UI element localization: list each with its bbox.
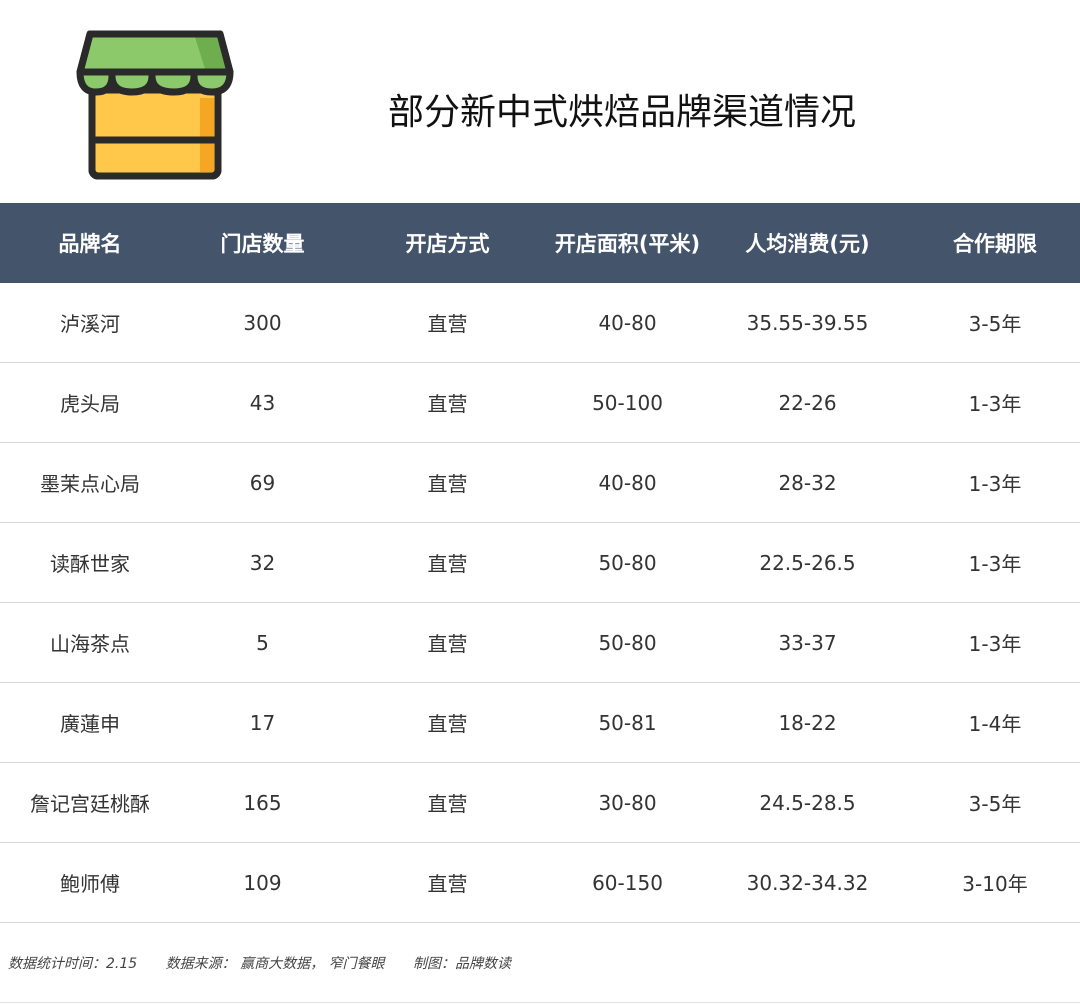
cell-store-area: 40-80 <box>550 283 705 363</box>
cell-cooperation-term: 1-3年 <box>910 522 1080 603</box>
footer-notes: 数据统计时间：2.15 数据来源： 赢商大数据， 窄门餐眼 制图：品牌数读 <box>8 953 535 973</box>
cell-opening-method: 直营 <box>345 682 550 763</box>
cell-opening-method: 直营 <box>345 362 550 443</box>
cell-opening-method: 直营 <box>345 522 550 603</box>
cell-per-capita-spend: 24.5-28.5 <box>705 762 910 843</box>
header-cooperation-term: 合作期限 <box>910 203 1080 283</box>
cell-cooperation-term: 1-3年 <box>910 442 1080 523</box>
cell-brand-name: 山海茶点 <box>0 602 180 683</box>
table-row: 詹记宫廷桃酥 165 直营 30-80 24.5-28.5 3-5年 <box>0 762 1080 843</box>
cell-opening-method: 直营 <box>345 842 550 923</box>
cell-store-area: 40-80 <box>550 442 705 523</box>
table-row: 山海茶点 5 直营 50-80 33-37 1-3年 <box>0 602 1080 683</box>
cell-opening-method: 直营 <box>345 283 550 363</box>
cell-store-area: 50-81 <box>550 682 705 763</box>
cell-opening-method: 直营 <box>345 602 550 683</box>
cell-per-capita-spend: 35.55-39.55 <box>705 283 910 363</box>
cell-per-capita-spend: 28-32 <box>705 442 910 523</box>
table-row: 虎头局 43 直营 50-100 22-26 1-3年 <box>0 362 1080 443</box>
cell-brand-name: 泸溪河 <box>0 283 180 363</box>
header-brand-name: 品牌名 <box>0 203 180 283</box>
cell-store-area: 30-80 <box>550 762 705 843</box>
footer-source: 数据来源： 赢商大数据， 窄门餐眼 <box>165 956 385 972</box>
cell-cooperation-term: 1-3年 <box>910 602 1080 683</box>
cell-cooperation-term: 3-5年 <box>910 762 1080 843</box>
footer-credit: 制图：品牌数读 <box>412 956 511 972</box>
header-store-area: 开店面积(平米) <box>550 203 705 283</box>
cell-opening-method: 直营 <box>345 762 550 843</box>
cell-store-count: 5 <box>180 602 345 683</box>
table-header-row: 品牌名 门店数量 开店方式 开店面积(平米) 人均消费(元) 合作期限 <box>0 203 1080 283</box>
cell-brand-name: 读酥世家 <box>0 522 180 603</box>
cell-store-count: 109 <box>180 842 345 923</box>
cell-store-count: 300 <box>180 283 345 363</box>
cell-opening-method: 直营 <box>345 442 550 523</box>
cell-brand-name: 虎头局 <box>0 362 180 443</box>
cell-store-area: 50-100 <box>550 362 705 443</box>
cell-cooperation-term: 3-10年 <box>910 842 1080 923</box>
footer-stat-time: 数据统计时间：2.15 <box>8 956 138 972</box>
cell-store-area: 50-80 <box>550 522 705 603</box>
cell-cooperation-term: 3-5年 <box>910 283 1080 363</box>
table-row: 墨茉点心局 69 直营 40-80 28-32 1-3年 <box>0 442 1080 523</box>
cell-store-count: 17 <box>180 682 345 763</box>
table-row: 读酥世家 32 直营 50-80 22.5-26.5 1-3年 <box>0 522 1080 603</box>
cell-store-count: 69 <box>180 442 345 523</box>
cell-cooperation-term: 1-4年 <box>910 682 1080 763</box>
table-row: 泸溪河 300 直营 40-80 35.55-39.55 3-5年 <box>0 283 1080 363</box>
cell-store-count: 43 <box>180 362 345 443</box>
cell-store-count: 32 <box>180 522 345 603</box>
cell-cooperation-term: 1-3年 <box>910 362 1080 443</box>
table-row: 廣蓮申 17 直营 50-81 18-22 1-4年 <box>0 682 1080 763</box>
cell-store-count: 165 <box>180 762 345 843</box>
cell-brand-name: 墨茉点心局 <box>0 442 180 523</box>
cell-per-capita-spend: 33-37 <box>705 602 910 683</box>
table-row: 鲍师傅 109 直营 60-150 30.32-34.32 3-10年 <box>0 842 1080 923</box>
cell-per-capita-spend: 30.32-34.32 <box>705 842 910 923</box>
header-store-count: 门店数量 <box>180 203 345 283</box>
cell-store-area: 60-150 <box>550 842 705 923</box>
header-opening-method: 开店方式 <box>345 203 550 283</box>
bottom-divider <box>0 1002 1080 1003</box>
header-per-capita-spend: 人均消费(元) <box>705 203 910 283</box>
cell-per-capita-spend: 18-22 <box>705 682 910 763</box>
cell-per-capita-spend: 22-26 <box>705 362 910 443</box>
cell-brand-name: 鲍师傅 <box>0 842 180 923</box>
cell-per-capita-spend: 22.5-26.5 <box>705 522 910 603</box>
page-title: 部分新中式烘焙品牌渠道情况 <box>388 92 857 133</box>
cell-brand-name: 廣蓮申 <box>0 682 180 763</box>
cell-brand-name: 詹记宫廷桃酥 <box>0 762 180 843</box>
cell-store-area: 50-80 <box>550 602 705 683</box>
shop-storefront-icon <box>76 30 234 180</box>
brand-channel-table: 品牌名 门店数量 开店方式 开店面积(平米) 人均消费(元) 合作期限 泸溪河 … <box>0 203 1080 923</box>
